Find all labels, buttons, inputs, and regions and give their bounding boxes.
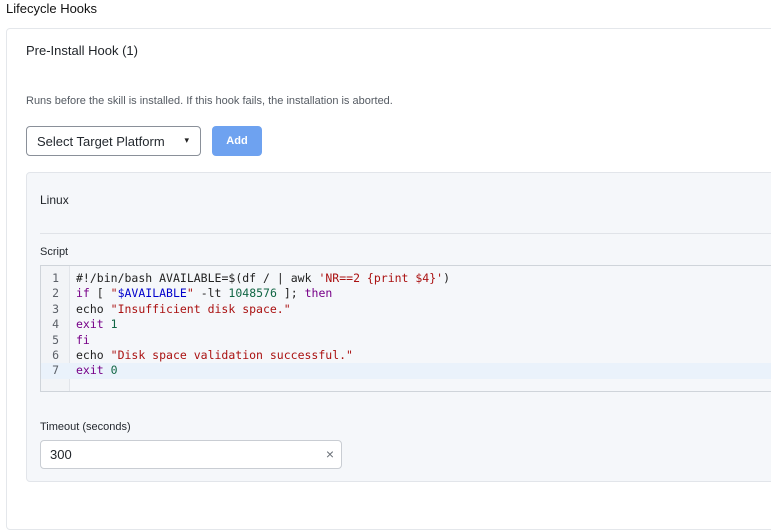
- code-line[interactable]: 3 echo "Insufficient disk space.": [41, 302, 771, 317]
- code-text: fi: [76, 332, 90, 347]
- chevron-down-icon: ▾: [184, 135, 189, 145]
- page-title: Lifecycle Hooks: [6, 1, 98, 16]
- timeout-label: Timeout (seconds): [40, 421, 131, 433]
- code-line[interactable]: 5 fi: [41, 333, 771, 348]
- line-number: 3: [52, 301, 59, 316]
- code-text: echo "Disk space validation successful.": [76, 348, 353, 362]
- code-text: #!/bin/bash AVAILABLE=$(df / | awk 'NR==…: [76, 271, 451, 285]
- line-number: 1: [52, 271, 59, 285]
- line-number: 4: [52, 317, 59, 332]
- script-editor[interactable]: 1 #!/bin/bash AVAILABLE=$(df / | awk 'NR=…: [40, 265, 771, 392]
- code-line[interactable]: 7 exit 0: [41, 363, 771, 379]
- code-line[interactable]: 6 echo "Disk space validation successful.…: [41, 348, 771, 363]
- timeout-input[interactable]: 300 ×: [40, 440, 342, 469]
- hook-title: Pre-Install Hook (1): [26, 43, 138, 58]
- code-text: exit 1: [76, 317, 118, 332]
- divider: [40, 233, 771, 234]
- target-platform-select-value: Select Target Platform: [37, 133, 165, 149]
- code-text: echo "Insufficient disk space.": [76, 301, 291, 316]
- line-number: 7: [52, 363, 59, 378]
- code-text: if [ "$AVAILABLE" -lt 1048576 ]; then: [76, 286, 333, 301]
- platform-title: Linux: [40, 193, 69, 207]
- code-line[interactable]: 1 #!/bin/bash AVAILABLE=$(df / | awk 'NR=…: [41, 271, 771, 286]
- line-number: 5: [52, 332, 59, 347]
- clear-icon[interactable]: ×: [326, 446, 334, 462]
- line-number: 6: [52, 348, 59, 362]
- code-line[interactable]: 2 if [ "$AVAILABLE" -lt 1048576 ]; then: [41, 286, 771, 301]
- add-button[interactable]: Add: [212, 126, 262, 156]
- target-platform-select[interactable]: Select Target Platform ▾: [26, 126, 201, 156]
- script-label: Script: [40, 246, 69, 258]
- code-line[interactable]: 4 exit 1: [41, 317, 771, 332]
- hook-description: Runs before the skill is installed. If t…: [26, 95, 393, 107]
- timeout-value: 300: [50, 447, 72, 462]
- line-number: 2: [52, 286, 59, 301]
- code-text: exit 0: [76, 363, 118, 378]
